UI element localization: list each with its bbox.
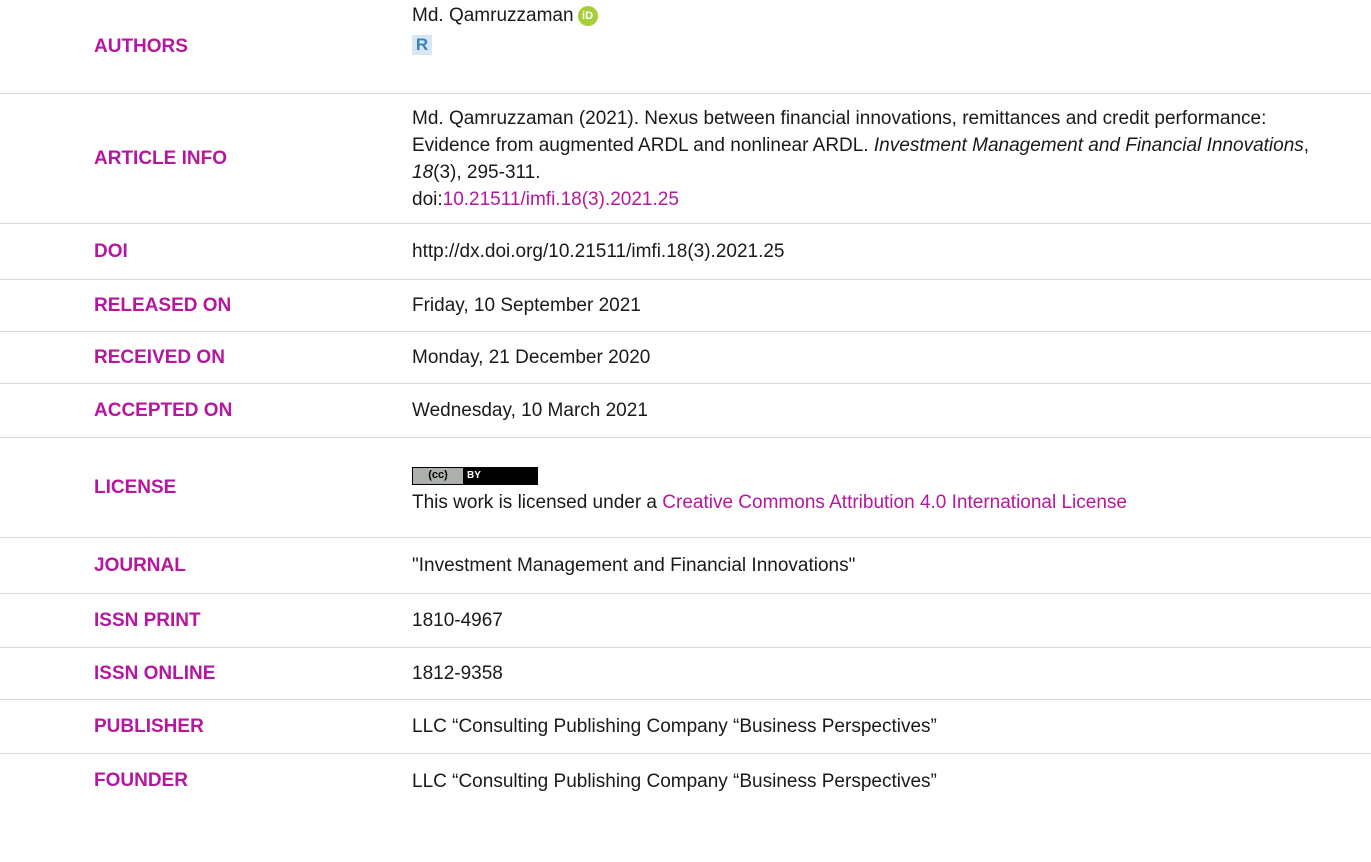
value-journal: "Investment Management and Financial Inn… <box>412 555 856 576</box>
value-publisher: LLC “Consulting Publishing Company “Busi… <box>412 716 937 737</box>
orcid-icon[interactable]: iD <box>577 5 598 26</box>
row-publisher: PUBLISHER LLC “Consulting Publishing Com… <box>0 700 1371 754</box>
value-article-info: Md. Qamruzzaman (2021). Nexus between fi… <box>412 105 1371 213</box>
label-accepted-on: ACCEPTED ON <box>94 399 233 421</box>
label-license: LICENSE <box>94 476 177 498</box>
citation-doi-link[interactable]: 10.21511/imfi.18(3).2021.25 <box>443 189 679 210</box>
row-authors: AUTHORS Md. Qamruzzaman iD R <box>0 0 1371 94</box>
row-article-info: ARTICLE INFO Md. Qamruzzaman (2021). Nex… <box>0 94 1371 224</box>
cc-by-badge[interactable]: (cc) BY <box>412 466 538 485</box>
citation-issue-pages: (3), 295-311. <box>433 161 541 183</box>
value-license: (cc) BY This work is licensed under a Cr… <box>412 459 1371 516</box>
label-released-on: RELEASED ON <box>94 294 232 316</box>
label-founder: FOUNDER <box>94 770 188 791</box>
row-accepted-on: ACCEPTED ON Wednesday, 10 March 2021 <box>0 384 1371 438</box>
article-metadata-table: AUTHORS Md. Qamruzzaman iD R ARTICLE INFO… <box>0 0 1371 808</box>
label-doi: DOI <box>94 240 128 262</box>
value-issn-online: 1812-9358 <box>412 663 503 684</box>
row-released-on: RELEASED ON Friday, 10 September 2021 <box>0 280 1371 332</box>
value-accepted-on: Wednesday, 10 March 2021 <box>412 400 648 421</box>
citation-comma: , <box>1303 134 1310 156</box>
value-issn-print: 1810-4967 <box>412 610 503 631</box>
label-publisher: PUBLISHER <box>94 715 204 737</box>
citation-volume: 18 <box>412 161 434 183</box>
license-link[interactable]: Creative Commons Attribution 4.0 Interna… <box>662 492 1127 513</box>
row-founder: FOUNDER LLC “Consulting Publishing Compa… <box>0 754 1371 808</box>
label-issn-online: ISSN ONLINE <box>94 662 216 684</box>
citation-doi-prefix: doi: <box>412 188 443 210</box>
cc-badge-left: (cc) <box>413 467 463 484</box>
value-received-on: Monday, 21 December 2020 <box>412 347 651 368</box>
value-released-on: Friday, 10 September 2021 <box>412 295 641 316</box>
citation-journal: Investment Management and Financial Inno… <box>873 134 1304 156</box>
row-issn-online: ISSN ONLINE 1812-9358 <box>0 648 1371 700</box>
row-license: LICENSE (cc) BY This work is licensed un… <box>0 438 1371 538</box>
value-founder: LLC “Consulting Publishing Company “Busi… <box>412 770 937 792</box>
label-received-on: RECEIVED ON <box>94 346 225 368</box>
author-name[interactable]: Md. Qamruzzaman <box>412 5 574 26</box>
label-issn-print: ISSN PRINT <box>94 609 201 631</box>
label-journal: JOURNAL <box>94 554 186 576</box>
row-doi: DOI http://dx.doi.org/10.21511/imfi.18(3… <box>0 224 1371 280</box>
row-journal: JOURNAL "Investment Management and Finan… <box>0 538 1371 594</box>
row-issn-print: ISSN PRINT 1810-4967 <box>0 594 1371 648</box>
label-authors: AUTHORS <box>94 35 188 57</box>
row-received-on: RECEIVED ON Monday, 21 December 2020 <box>0 332 1371 384</box>
label-article-info: ARTICLE INFO <box>94 147 227 169</box>
license-text: This work is licensed under a <box>412 492 663 513</box>
value-authors: Md. Qamruzzaman iD R <box>412 0 1371 58</box>
cc-badge-right: BY <box>467 470 481 481</box>
value-doi: http://dx.doi.org/10.21511/imfi.18(3).20… <box>412 241 785 262</box>
researchgate-icon[interactable]: R <box>412 35 432 55</box>
